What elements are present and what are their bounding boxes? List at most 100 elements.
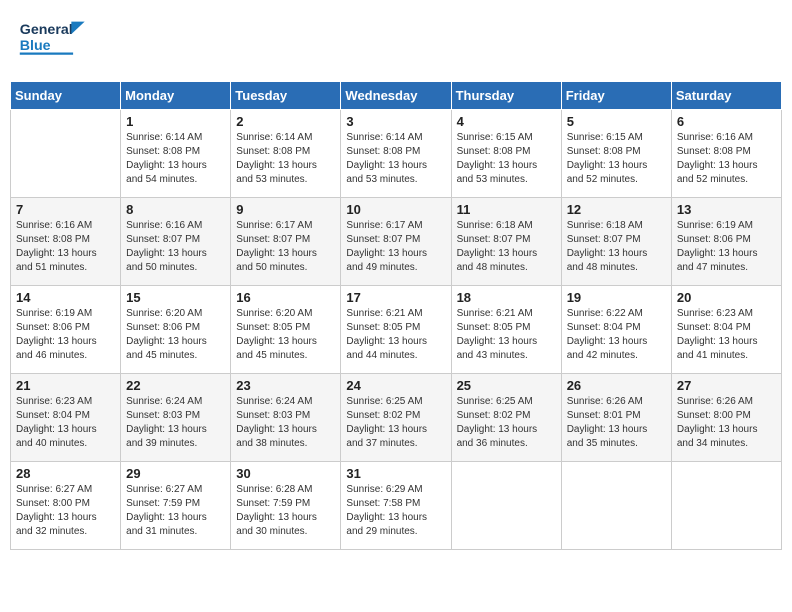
calendar-day-cell: 10 Sunrise: 6:17 AMSunset: 8:07 PMDayligh…: [341, 198, 451, 286]
day-number: 26: [567, 378, 666, 393]
day-number: 15: [126, 290, 225, 305]
calendar-day-cell: 20 Sunrise: 6:23 AMSunset: 8:04 PMDayligh…: [671, 286, 781, 374]
calendar-day-cell: 2 Sunrise: 6:14 AMSunset: 8:08 PMDaylight…: [231, 110, 341, 198]
day-of-week-header: Sunday: [11, 82, 121, 110]
day-number: 21: [16, 378, 115, 393]
calendar-day-cell: [451, 462, 561, 550]
calendar-day-cell: 19 Sunrise: 6:22 AMSunset: 8:04 PMDayligh…: [561, 286, 671, 374]
calendar-day-cell: 15Sunrise: 6:20 AMSunset: 8:06 PMDayligh…: [121, 286, 231, 374]
day-number: 8: [126, 202, 225, 217]
day-sun-info: Sunrise: 6:15 AMSunset: 8:08 PMDaylight:…: [457, 131, 556, 187]
calendar-day-cell: 1 Sunrise: 6:14 AMSunset: 8:08 PMDaylight…: [121, 110, 231, 198]
day-number: 30: [236, 466, 335, 481]
day-number: 6: [677, 114, 776, 129]
day-sun-info: Sunrise: 6:19 AMSunset: 8:06 PMDaylight:…: [677, 219, 776, 275]
calendar-week-row: 14Sunrise: 6:19 AMSunset: 8:06 PMDayligh…: [11, 286, 782, 374]
calendar-day-cell: 5 Sunrise: 6:15 AMSunset: 8:08 PMDaylight…: [561, 110, 671, 198]
day-sun-info: Sunrise: 6:25 AMSunset: 8:02 PMDaylight:…: [457, 395, 556, 451]
day-number: 2: [236, 114, 335, 129]
day-number: 23: [236, 378, 335, 393]
svg-text:Blue: Blue: [20, 38, 51, 54]
calendar-day-cell: 6 Sunrise: 6:16 AMSunset: 8:08 PMDaylight…: [671, 110, 781, 198]
calendar-day-cell: 29Sunrise: 6:27 AMSunset: 7:59 PMDayligh…: [121, 462, 231, 550]
day-of-week-header: Saturday: [671, 82, 781, 110]
calendar-day-cell: 26 Sunrise: 6:26 AMSunset: 8:01 PMDayligh…: [561, 374, 671, 462]
calendar-day-cell: 9 Sunrise: 6:17 AMSunset: 8:07 PMDaylight…: [231, 198, 341, 286]
calendar-day-cell: 13 Sunrise: 6:19 AMSunset: 8:06 PMDayligh…: [671, 198, 781, 286]
day-number: 25: [457, 378, 556, 393]
day-sun-info: Sunrise: 6:21 AMSunset: 8:05 PMDaylight:…: [346, 307, 445, 363]
page-header: General Blue: [10, 10, 782, 73]
day-of-week-header: Friday: [561, 82, 671, 110]
calendar-day-cell: 14Sunrise: 6:19 AMSunset: 8:06 PMDayligh…: [11, 286, 121, 374]
calendar-day-cell: 25 Sunrise: 6:25 AMSunset: 8:02 PMDayligh…: [451, 374, 561, 462]
day-number: 27: [677, 378, 776, 393]
calendar-day-cell: [11, 110, 121, 198]
day-number: 17: [346, 290, 445, 305]
day-number: 16: [236, 290, 335, 305]
day-sun-info: Sunrise: 6:26 AMSunset: 8:00 PMDaylight:…: [677, 395, 776, 451]
day-sun-info: Sunrise: 6:21 AMSunset: 8:05 PMDaylight:…: [457, 307, 556, 363]
logo: General Blue: [18, 14, 98, 69]
day-number: 5: [567, 114, 666, 129]
calendar-week-row: 28Sunrise: 6:27 AMSunset: 8:00 PMDayligh…: [11, 462, 782, 550]
calendar-day-cell: 4 Sunrise: 6:15 AMSunset: 8:08 PMDaylight…: [451, 110, 561, 198]
day-of-week-header: Monday: [121, 82, 231, 110]
day-sun-info: Sunrise: 6:19 AMSunset: 8:06 PMDaylight:…: [16, 307, 115, 363]
day-of-week-header: Tuesday: [231, 82, 341, 110]
calendar-table: SundayMondayTuesdayWednesdayThursdayFrid…: [10, 81, 782, 550]
calendar-day-cell: 16 Sunrise: 6:20 AMSunset: 8:05 PMDayligh…: [231, 286, 341, 374]
calendar-day-cell: 22Sunrise: 6:24 AMSunset: 8:03 PMDayligh…: [121, 374, 231, 462]
day-number: 20: [677, 290, 776, 305]
day-sun-info: Sunrise: 6:16 AMSunset: 8:08 PMDaylight:…: [677, 131, 776, 187]
day-sun-info: Sunrise: 6:25 AMSunset: 8:02 PMDaylight:…: [346, 395, 445, 451]
day-sun-info: Sunrise: 6:23 AMSunset: 8:04 PMDaylight:…: [16, 395, 115, 451]
day-number: 31: [346, 466, 445, 481]
day-sun-info: Sunrise: 6:14 AMSunset: 8:08 PMDaylight:…: [236, 131, 335, 187]
day-sun-info: Sunrise: 6:14 AMSunset: 8:08 PMDaylight:…: [126, 131, 225, 187]
day-sun-info: Sunrise: 6:14 AMSunset: 8:08 PMDaylight:…: [346, 131, 445, 187]
day-sun-info: Sunrise: 6:17 AMSunset: 8:07 PMDaylight:…: [346, 219, 445, 275]
day-number: 9: [236, 202, 335, 217]
calendar-day-cell: 27 Sunrise: 6:26 AMSunset: 8:00 PMDayligh…: [671, 374, 781, 462]
day-sun-info: Sunrise: 6:27 AMSunset: 7:59 PMDaylight:…: [126, 483, 225, 539]
calendar-day-cell: 12Sunrise: 6:18 AMSunset: 8:07 PMDayligh…: [561, 198, 671, 286]
day-number: 7: [16, 202, 115, 217]
day-of-week-header: Thursday: [451, 82, 561, 110]
day-number: 4: [457, 114, 556, 129]
day-number: 19: [567, 290, 666, 305]
calendar-day-cell: 23 Sunrise: 6:24 AMSunset: 8:03 PMDayligh…: [231, 374, 341, 462]
day-number: 28: [16, 466, 115, 481]
calendar-day-cell: 24Sunrise: 6:25 AMSunset: 8:02 PMDayligh…: [341, 374, 451, 462]
day-sun-info: Sunrise: 6:22 AMSunset: 8:04 PMDaylight:…: [567, 307, 666, 363]
calendar-day-cell: 21 Sunrise: 6:23 AMSunset: 8:04 PMDayligh…: [11, 374, 121, 462]
day-number: 13: [677, 202, 776, 217]
day-number: 11: [457, 202, 556, 217]
calendar-day-cell: 17 Sunrise: 6:21 AMSunset: 8:05 PMDayligh…: [341, 286, 451, 374]
day-sun-info: Sunrise: 6:16 AMSunset: 8:08 PMDaylight:…: [16, 219, 115, 275]
day-sun-info: Sunrise: 6:18 AMSunset: 8:07 PMDaylight:…: [567, 219, 666, 275]
calendar-week-row: 1 Sunrise: 6:14 AMSunset: 8:08 PMDaylight…: [11, 110, 782, 198]
calendar-day-cell: 18 Sunrise: 6:21 AMSunset: 8:05 PMDayligh…: [451, 286, 561, 374]
day-sun-info: Sunrise: 6:29 AMSunset: 7:58 PMDaylight:…: [346, 483, 445, 539]
day-sun-info: Sunrise: 6:17 AMSunset: 8:07 PMDaylight:…: [236, 219, 335, 275]
calendar-week-row: 7 Sunrise: 6:16 AMSunset: 8:08 PMDaylight…: [11, 198, 782, 286]
day-sun-info: Sunrise: 6:23 AMSunset: 8:04 PMDaylight:…: [677, 307, 776, 363]
calendar-day-cell: 28Sunrise: 6:27 AMSunset: 8:00 PMDayligh…: [11, 462, 121, 550]
calendar-day-cell: 11Sunrise: 6:18 AMSunset: 8:07 PMDayligh…: [451, 198, 561, 286]
day-sun-info: Sunrise: 6:15 AMSunset: 8:08 PMDaylight:…: [567, 131, 666, 187]
day-number: 10: [346, 202, 445, 217]
day-number: 18: [457, 290, 556, 305]
calendar-day-cell: [671, 462, 781, 550]
day-sun-info: Sunrise: 6:20 AMSunset: 8:05 PMDaylight:…: [236, 307, 335, 363]
svg-text:General: General: [20, 22, 73, 38]
day-number: 1: [126, 114, 225, 129]
calendar-day-cell: 7 Sunrise: 6:16 AMSunset: 8:08 PMDaylight…: [11, 198, 121, 286]
calendar-week-row: 21 Sunrise: 6:23 AMSunset: 8:04 PMDayligh…: [11, 374, 782, 462]
calendar-day-cell: 31 Sunrise: 6:29 AMSunset: 7:58 PMDayligh…: [341, 462, 451, 550]
calendar-day-cell: 8Sunrise: 6:16 AMSunset: 8:07 PMDaylight…: [121, 198, 231, 286]
day-sun-info: Sunrise: 6:28 AMSunset: 7:59 PMDaylight:…: [236, 483, 335, 539]
day-of-week-header: Wednesday: [341, 82, 451, 110]
day-sun-info: Sunrise: 6:26 AMSunset: 8:01 PMDaylight:…: [567, 395, 666, 451]
day-sun-info: Sunrise: 6:24 AMSunset: 8:03 PMDaylight:…: [236, 395, 335, 451]
